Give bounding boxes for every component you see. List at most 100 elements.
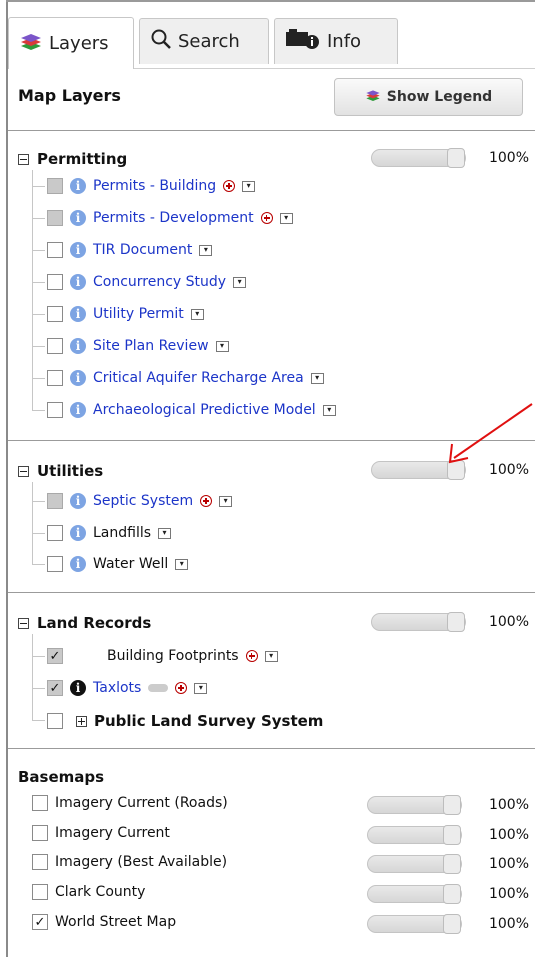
layer-name[interactable]: Public Land Survey System (94, 712, 323, 730)
layer-checkbox[interactable] (47, 306, 63, 322)
layer-checkbox[interactable] (47, 178, 63, 194)
slider-handle[interactable] (447, 612, 465, 632)
tree-branch (32, 346, 45, 347)
basemap-checkbox[interactable] (32, 795, 48, 811)
layer-name[interactable]: Building Footprints (107, 648, 239, 664)
layer-checkbox[interactable] (47, 493, 63, 509)
slider-handle[interactable] (443, 795, 461, 815)
collapse-icon[interactable] (18, 153, 29, 165)
layer-name[interactable]: Landfills (93, 525, 151, 541)
layer-checkbox[interactable] (47, 556, 63, 572)
opacity-slider-land-records[interactable] (371, 612, 466, 632)
info-icon[interactable]: i (70, 306, 86, 322)
layer-checkbox[interactable] (47, 242, 63, 258)
collapse-icon[interactable] (18, 465, 29, 477)
slider-handle[interactable] (447, 148, 465, 168)
info-icon[interactable]: i (70, 210, 86, 226)
layer-row: i Landfills ▾ (47, 525, 172, 541)
slider-handle[interactable] (443, 825, 461, 845)
layer-checkbox[interactable] (47, 370, 63, 386)
layer-name[interactable]: Water Well (93, 556, 168, 572)
layer-name[interactable]: Permits - Development (93, 210, 254, 226)
chevron-down-icon[interactable]: ▾ (158, 527, 172, 539)
basemap-opacity-slider[interactable] (367, 914, 462, 934)
info-icon[interactable]: i (70, 493, 86, 509)
layer-name[interactable]: Critical Aquifer Recharge Area (93, 370, 304, 386)
chevron-down-icon[interactable]: ▾ (190, 308, 204, 320)
opacity-slider-permitting[interactable] (371, 148, 466, 168)
basemap-name[interactable]: Imagery Current (Roads) (55, 795, 228, 811)
info-icon[interactable]: i (70, 525, 86, 541)
slider-handle[interactable] (443, 854, 461, 874)
chevron-down-icon[interactable]: ▾ (175, 558, 189, 570)
chevron-down-icon[interactable]: ▾ (242, 180, 256, 192)
layer-checkbox[interactable] (47, 525, 63, 541)
zoom-to-icon[interactable] (245, 650, 258, 662)
layer-checkbox[interactable]: ✓ (47, 680, 63, 696)
zoom-to-icon[interactable] (175, 682, 188, 694)
layer-name[interactable]: Septic System (93, 493, 193, 509)
show-legend-button[interactable]: Show Legend (334, 78, 523, 116)
info-icon[interactable]: i (70, 556, 86, 572)
layer-checkbox[interactable] (47, 338, 63, 354)
basemap-checkbox[interactable]: ✓ (32, 914, 48, 930)
layer-name[interactable]: Utility Permit (93, 306, 184, 322)
chevron-down-icon[interactable]: ▾ (310, 372, 324, 384)
layer-checkbox[interactable]: ✓ (47, 648, 63, 664)
layer-name[interactable]: Site Plan Review (93, 338, 209, 354)
basemap-name[interactable]: Imagery (Best Available) (55, 854, 227, 870)
info-icon[interactable]: i (70, 338, 86, 354)
group-utilities[interactable]: Utilities (18, 462, 103, 480)
layer-checkbox[interactable] (47, 274, 63, 290)
info-icon[interactable]: i (70, 370, 86, 386)
chevron-down-icon[interactable]: ▾ (199, 244, 213, 256)
tree-branch (32, 282, 45, 283)
slider-handle[interactable] (443, 914, 461, 934)
chevron-down-icon[interactable]: ▾ (215, 340, 229, 352)
basemap-opacity-slider[interactable] (367, 825, 462, 845)
collapse-icon[interactable] (18, 617, 29, 629)
layer-name[interactable]: Concurrency Study (93, 274, 226, 290)
basemap-opacity-slider[interactable] (367, 884, 462, 904)
chevron-down-icon[interactable]: ▾ (233, 276, 247, 288)
slider-handle[interactable] (443, 884, 461, 904)
layer-checkbox[interactable] (47, 402, 63, 418)
layer-name[interactable]: Archaeological Predictive Model (93, 402, 316, 418)
info-icon[interactable]: i (70, 274, 86, 290)
layer-name[interactable]: Taxlots (93, 680, 141, 696)
chevron-down-icon[interactable]: ▾ (194, 682, 208, 694)
expand-icon[interactable] (76, 715, 87, 727)
basemap-opacity-slider[interactable] (367, 795, 462, 815)
zoom-to-icon[interactable] (260, 212, 273, 224)
basemap-opacity-slider[interactable] (367, 854, 462, 874)
zoom-to-icon[interactable] (223, 180, 236, 192)
layer-checkbox[interactable] (47, 210, 63, 226)
info-icon[interactable]: i (70, 680, 86, 696)
group-permitting[interactable]: Permitting (18, 150, 127, 168)
info-icon[interactable]: i (70, 242, 86, 258)
tab-info[interactable]: Info (274, 18, 398, 64)
magnifier-icon (150, 28, 172, 55)
zoom-to-icon[interactable] (200, 495, 213, 507)
layer-name[interactable]: TIR Document (93, 242, 192, 258)
tab-search[interactable]: Search (139, 18, 269, 64)
basemap-checkbox[interactable] (32, 884, 48, 900)
basemap-name[interactable]: Imagery Current (55, 825, 170, 841)
info-icon[interactable]: i (70, 402, 86, 418)
layer-name[interactable]: Permits - Building (93, 178, 216, 194)
info-icon[interactable]: i (70, 178, 86, 194)
tab-layers[interactable]: Layers (8, 17, 134, 69)
group-utilities-label: Utilities (37, 462, 104, 480)
basemap-checkbox[interactable] (32, 825, 48, 841)
chevron-down-icon[interactable]: ▾ (279, 212, 293, 224)
chevron-down-icon[interactable]: ▾ (219, 495, 233, 507)
mini-opacity-slider[interactable] (148, 684, 169, 692)
basemap-checkbox[interactable] (32, 854, 48, 870)
basemap-name[interactable]: World Street Map (55, 914, 176, 930)
layer-checkbox[interactable] (47, 713, 63, 729)
group-land-records[interactable]: Land Records (18, 614, 151, 632)
tree-line (32, 482, 33, 564)
chevron-down-icon[interactable]: ▾ (322, 404, 336, 416)
basemap-name[interactable]: Clark County (55, 884, 145, 900)
chevron-down-icon[interactable]: ▾ (264, 650, 278, 662)
